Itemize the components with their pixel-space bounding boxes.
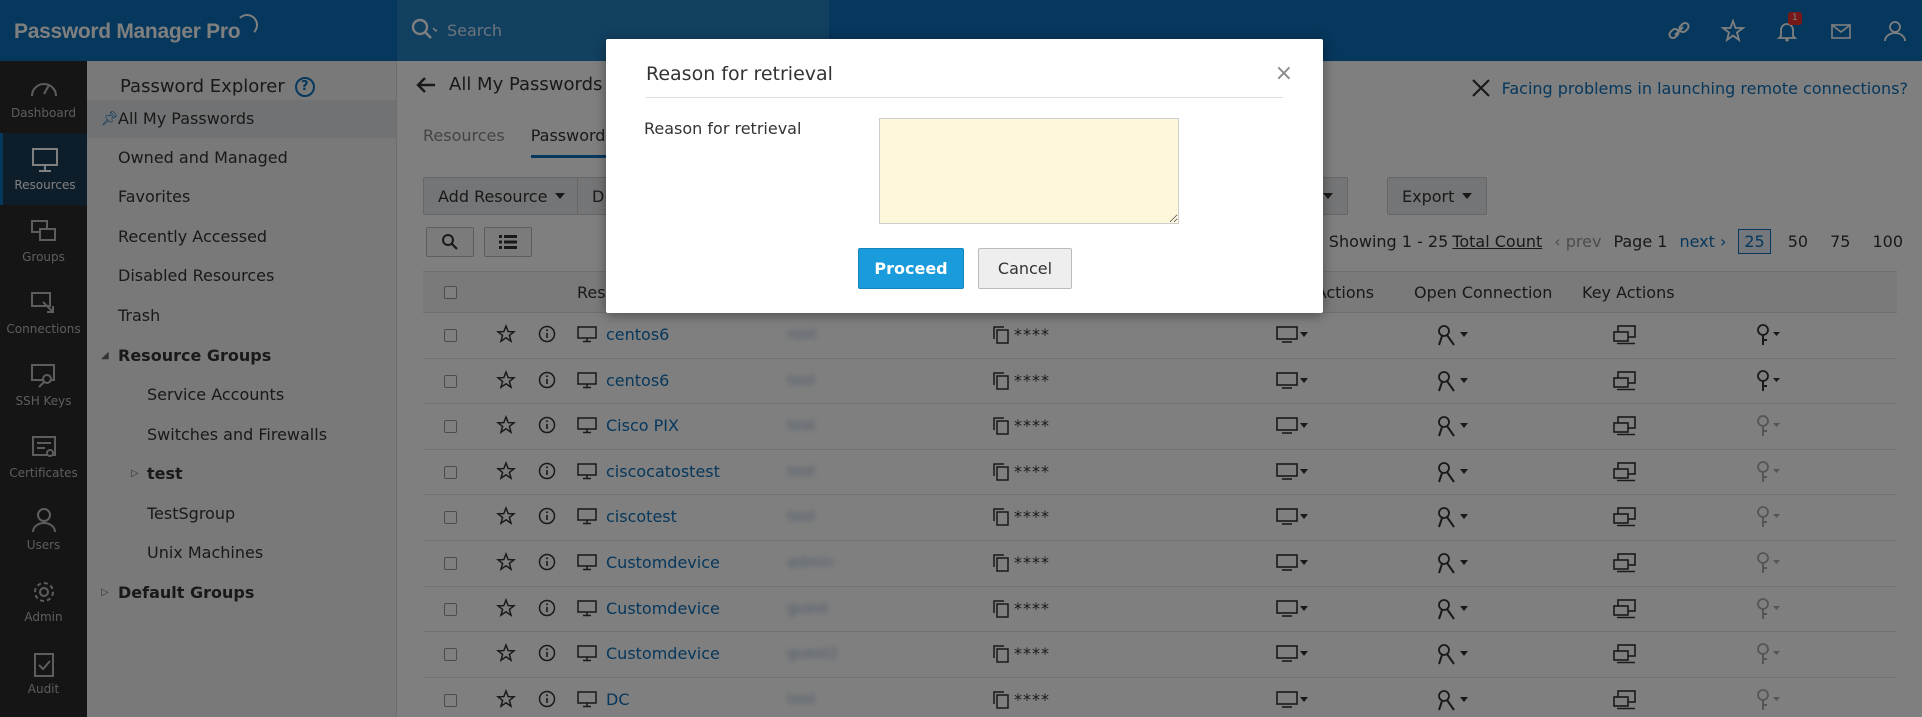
dialog-divider (646, 97, 1283, 98)
proceed-button[interactable]: Proceed (858, 248, 964, 289)
dialog-title: Reason for retrieval (646, 63, 833, 85)
reason-textarea[interactable] (879, 118, 1179, 224)
reason-for-retrieval-dialog: Reason for retrieval × Reason for retrie… (606, 39, 1323, 313)
reason-label: Reason for retrieval (644, 119, 802, 138)
cancel-button[interactable]: Cancel (978, 248, 1072, 289)
close-icon[interactable]: × (1275, 61, 1293, 86)
